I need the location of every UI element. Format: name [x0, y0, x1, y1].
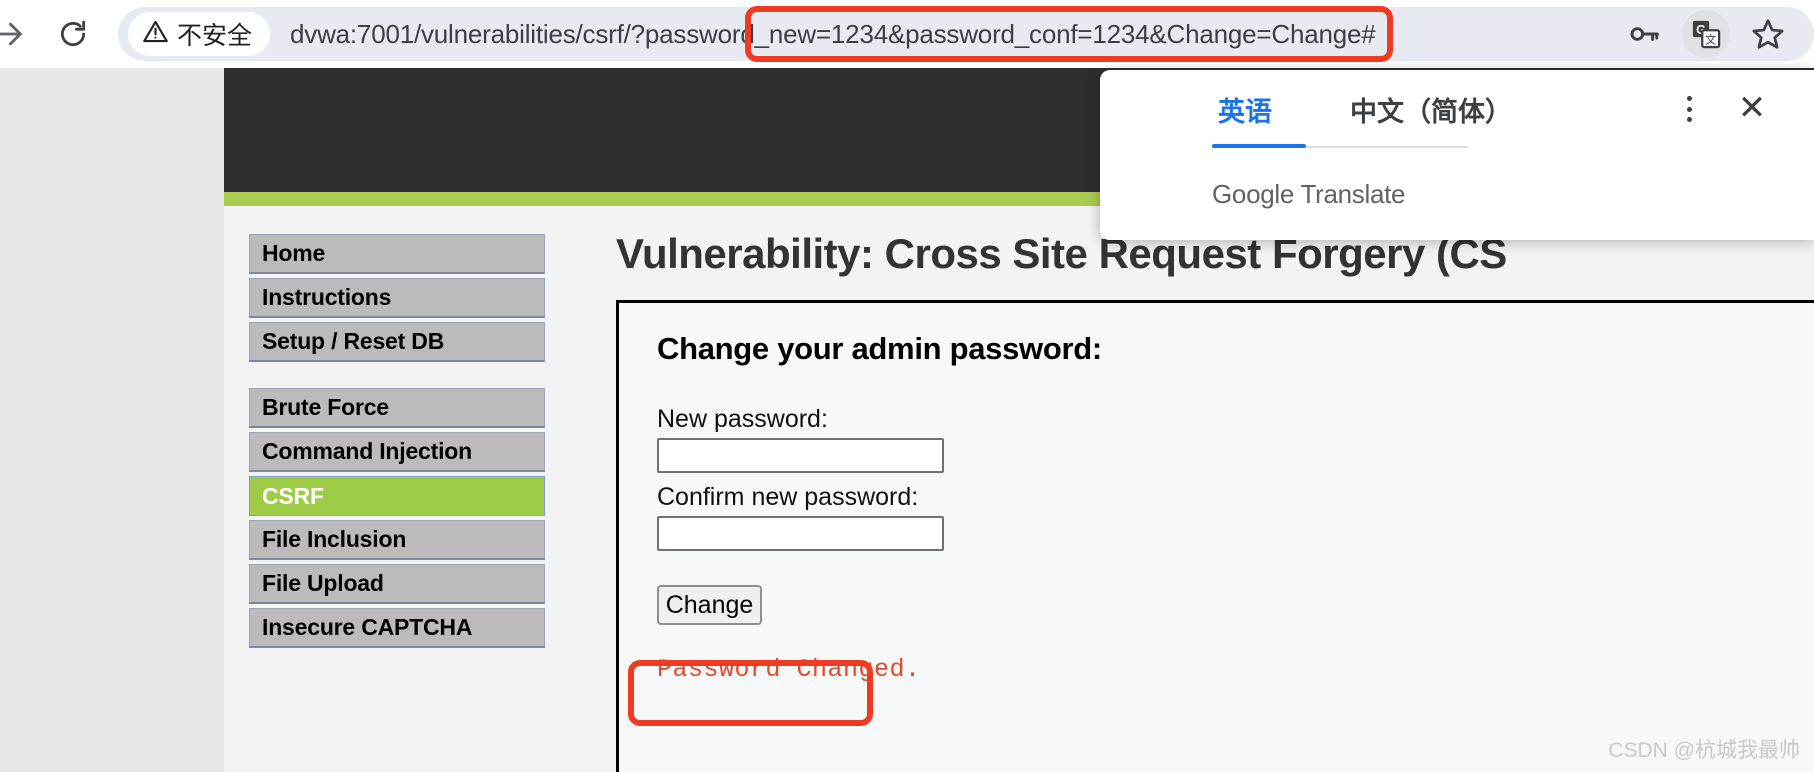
sidebar-nav: Home Instructions Setup / Reset DB Brute…	[249, 234, 545, 674]
address-bar[interactable]: 不安全 dvwa:7001/vulnerabilities/csrf/?pass…	[118, 7, 1814, 61]
key-icon[interactable]	[1620, 10, 1668, 58]
sidebar-item-label: File Inclusion	[262, 526, 407, 552]
sidebar-item-file-inclusion[interactable]: File Inclusion	[249, 520, 545, 560]
sidebar-item-file-upload[interactable]: File Upload	[249, 564, 545, 604]
sidebar-item-instructions[interactable]: Instructions	[249, 278, 545, 318]
sidebar-item-label: Insecure CAPTCHA	[262, 614, 473, 640]
change-button[interactable]: Change	[657, 585, 762, 625]
tab-target-language[interactable]: 中文（简体）	[1344, 70, 1518, 148]
close-icon[interactable]: ✕	[1732, 88, 1772, 128]
tab-source-language[interactable]: 英语	[1212, 70, 1278, 148]
new-password-input[interactable]	[657, 438, 944, 473]
translate-icon[interactable]: G 文	[1682, 10, 1730, 58]
screenshot-root: 不安全 dvwa:7001/vulnerabilities/csrf/?pass…	[0, 0, 1814, 772]
omnibox-actions: G 文	[1620, 10, 1792, 58]
security-status-chip[interactable]: 不安全	[128, 12, 271, 56]
vulnerability-panel: Change your admin password: New password…	[616, 300, 1814, 772]
browser-toolbar: 不安全 dvwa:7001/vulnerabilities/csrf/?pass…	[0, 0, 1814, 68]
sidebar-group-primary: Home Instructions Setup / Reset DB	[249, 234, 545, 362]
star-icon[interactable]	[1744, 10, 1792, 58]
status-message: Password Changed.	[657, 655, 921, 684]
sidebar-item-label: Brute Force	[262, 394, 389, 420]
warning-triangle-icon	[142, 18, 169, 50]
sidebar-item-home[interactable]: Home	[249, 234, 545, 274]
sidebar-item-label: Command Injection	[262, 438, 473, 464]
confirm-password-label: Confirm new password:	[657, 483, 919, 511]
sidebar-group-vulnerabilities: Brute Force Command Injection CSRF File …	[249, 388, 545, 648]
sidebar-item-csrf[interactable]: CSRF	[249, 476, 545, 516]
sidebar-item-setup-reset-db[interactable]: Setup / Reset DB	[249, 322, 545, 362]
security-status-label: 不安全	[177, 22, 253, 50]
more-options-icon[interactable]	[1672, 92, 1706, 126]
sidebar-item-insecure-captcha[interactable]: Insecure CAPTCHA	[249, 608, 545, 648]
sidebar-item-label: Home	[262, 240, 326, 266]
main-content: Vulnerability: Cross Site Request Forger…	[616, 206, 1814, 772]
translate-brand: Google Translate	[1212, 178, 1406, 209]
forward-arrow-icon[interactable]	[0, 11, 32, 57]
site-content: Home Instructions Setup / Reset DB Brute…	[224, 206, 1814, 772]
translate-body: Google Translate	[1100, 148, 1814, 240]
sidebar-item-brute-force[interactable]: Brute Force	[249, 388, 545, 428]
sidebar-item-label: File Upload	[262, 570, 384, 596]
reload-icon[interactable]	[50, 11, 96, 57]
sidebar-item-command-injection[interactable]: Command Injection	[249, 432, 545, 472]
google-translate-popup: 英语 中文（简体） ✕ Google Translate	[1100, 70, 1814, 240]
form-heading: Change your admin password:	[657, 331, 1102, 366]
confirm-password-input[interactable]	[657, 516, 944, 551]
tab-underline-active	[1212, 144, 1306, 148]
page-left-gutter	[0, 68, 224, 772]
watermark: CSDN @杭城我最帅	[1608, 739, 1800, 762]
sidebar-item-label: Setup / Reset DB	[262, 328, 445, 354]
svg-text:文: 文	[1705, 33, 1716, 47]
new-password-label: New password:	[657, 405, 828, 433]
sidebar-item-label: CSRF	[262, 482, 324, 509]
url-text[interactable]: dvwa:7001/vulnerabilities/csrf/?password…	[290, 19, 1610, 50]
sidebar-item-label: Instructions	[262, 284, 392, 310]
translate-tabs: 英语 中文（简体） ✕	[1100, 70, 1814, 148]
